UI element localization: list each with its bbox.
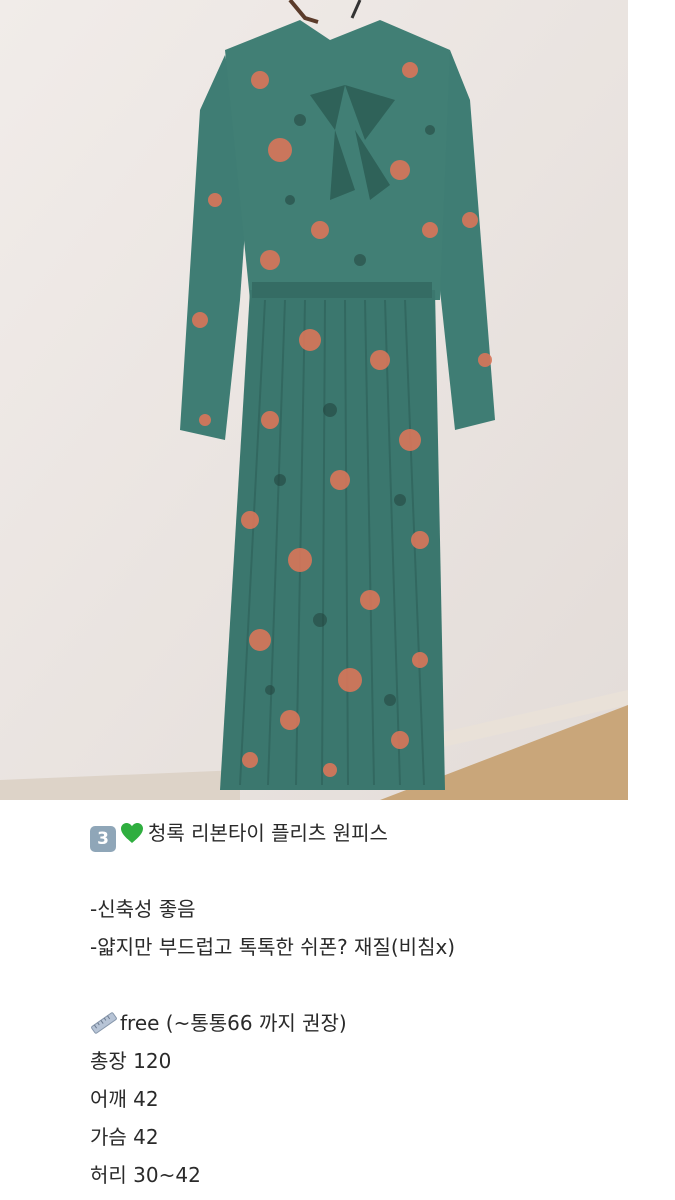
post-title: 청록 리본타이 플리츠 원피스	[148, 821, 388, 845]
feature-line: -얇지만 부드럽고 톡톡한 쉬폰? 재질(비침x)	[90, 935, 456, 959]
post-description: 3 청록 리본타이 플리츠 원피스 -신축성 좋음 -얇지만 부드럽고 톡톡한 쉬…	[90, 814, 650, 1194]
green-heart-icon	[121, 823, 143, 843]
keycap-3-icon: 3	[90, 826, 116, 852]
size-line: free (~통통66 까지 권장)	[90, 1004, 650, 1042]
feature-line: -신축성 좋음	[90, 897, 196, 921]
product-photo	[0, 0, 628, 800]
measurement-line: 허리 30~42	[90, 1163, 201, 1187]
size-text: free (~통통66 까지 권장)	[120, 1011, 347, 1035]
measurement-line: 어깨 42	[90, 1087, 159, 1111]
post-title-line: 3 청록 리본타이 플리츠 원피스	[90, 814, 650, 852]
measurement-line: 가슴 42	[90, 1125, 159, 1149]
ruler-icon	[91, 1012, 117, 1034]
measurement-line: 총장 120	[90, 1049, 172, 1073]
